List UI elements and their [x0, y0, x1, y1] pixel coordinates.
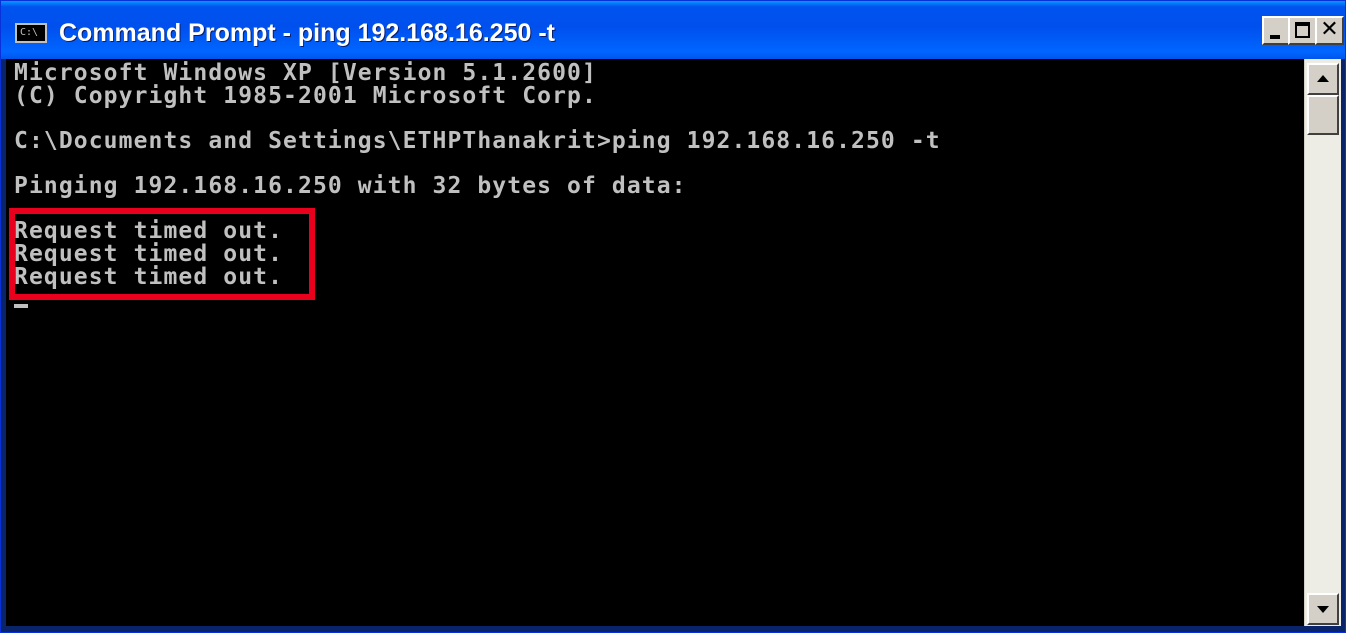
timeout-highlight-box: [9, 208, 315, 300]
minimize-button[interactable]: [1262, 16, 1291, 45]
console-line-version: Microsoft Windows XP [Version 5.1.2600]: [14, 60, 597, 86]
scroll-down-button[interactable]: [1307, 593, 1339, 625]
command-prompt-window: C:\ Command Prompt - ping 192.168.16.250…: [0, 0, 1346, 633]
close-icon: ✕: [1320, 17, 1339, 42]
scroll-up-button[interactable]: [1307, 63, 1339, 95]
maximize-icon: [1295, 22, 1310, 38]
vertical-scrollbar[interactable]: [1304, 59, 1341, 626]
scroll-up-arrow-icon: [1317, 75, 1329, 82]
scrollbar-thumb[interactable]: [1307, 95, 1339, 135]
text-cursor: [14, 304, 28, 308]
console-line-command: C:\Documents and Settings\ETHPThanakrit>…: [14, 128, 941, 154]
console-line-pinging: Pinging 192.168.16.250 with 32 bytes of …: [14, 173, 687, 199]
minimize-icon: [1270, 35, 1280, 39]
title-bar[interactable]: C:\ Command Prompt - ping 192.168.16.250…: [1, 1, 1345, 59]
window-title: Command Prompt - ping 192.168.16.250 -t: [59, 19, 555, 47]
close-button[interactable]: ✕: [1315, 16, 1344, 45]
cmd-console-icon[interactable]: C:\: [15, 23, 47, 43]
console-line-copyright: (C) Copyright 1985-2001 Microsoft Corp.: [14, 83, 597, 109]
console-output-area[interactable]: Microsoft Windows XP [Version 5.1.2600] …: [6, 59, 1304, 626]
scroll-down-arrow-icon: [1317, 606, 1329, 613]
maximize-button[interactable]: [1288, 16, 1317, 45]
